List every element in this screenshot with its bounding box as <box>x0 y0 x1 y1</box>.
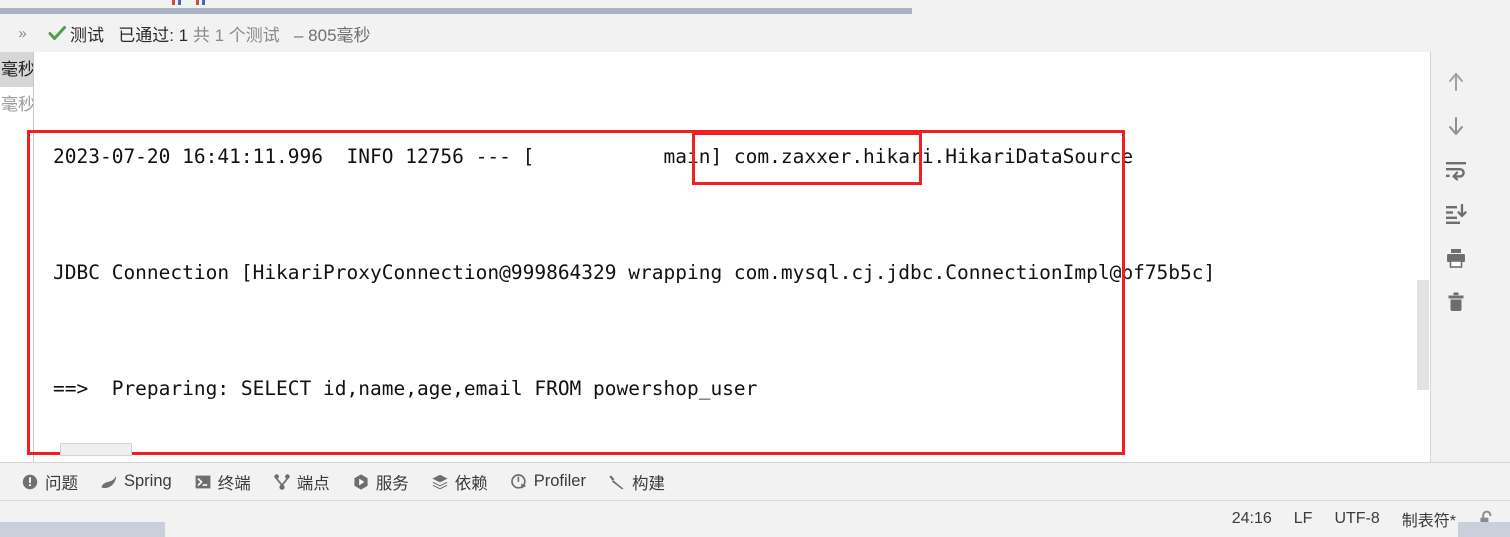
file-encoding[interactable]: UTF-8 <box>1334 510 1379 528</box>
check-icon <box>44 23 70 43</box>
tool-button-profiler[interactable]: Profiler <box>499 467 597 497</box>
dependencies-layers-icon <box>431 473 449 491</box>
tool-button-label: 终端 <box>217 474 251 493</box>
run-console-output[interactable]: 2023-07-20 16:41:11.996 INFO 12756 --- [… <box>33 52 1430 462</box>
tool-button-problems[interactable]: 问题 <box>10 467 89 497</box>
tool-button-build[interactable]: 构建 <box>597 467 676 497</box>
log-line: 2023-07-20 16:41:11.996 INFO 12756 --- [… <box>53 144 1134 168</box>
tool-button-label: Spring <box>124 472 172 490</box>
tool-button-terminal[interactable]: 终端 <box>183 467 262 497</box>
line-separator[interactable]: LF <box>1294 510 1313 528</box>
tool-button-label: 构建 <box>631 474 665 493</box>
expand-chevron-icon[interactable]: » <box>0 25 44 42</box>
test-result-header: » 测试 已通过: 1 共 1 个测试 – 805毫秒 <box>0 14 1510 52</box>
test-duration: – 805毫秒 <box>293 25 371 45</box>
status-bar: 24:16 LF UTF-8 制表符* <box>0 500 1510 537</box>
caret-position[interactable]: 24:16 <box>1232 510 1272 528</box>
ide-window: » 测试 已通过: 1 共 1 个测试 – 805毫秒 毫秒 毫秒 2023-0… <box>0 0 1510 537</box>
console-scrollbar-thumb[interactable] <box>1417 280 1429 390</box>
problems-icon <box>21 473 39 491</box>
console-log-text: 2023-07-20 16:41:11.996 INFO 12756 --- [… <box>34 52 1215 462</box>
console-horizontal-scrollbar-thumb[interactable] <box>60 443 132 456</box>
tool-button-spring[interactable]: Spring <box>89 467 183 497</box>
build-hammer-icon <box>608 473 626 491</box>
clipped-toolbar-remnant <box>172 0 212 5</box>
console-side-toolbar <box>1430 52 1480 462</box>
scroll-up-icon[interactable] <box>1436 62 1476 102</box>
test-pass-count: 1 <box>178 25 189 45</box>
scroll-to-end-icon[interactable] <box>1436 194 1476 234</box>
tool-button-label: 服务 <box>375 474 409 493</box>
test-total-text: 共 1 个测试 <box>192 25 280 45</box>
log-line: ==> Preparing: SELECT id,name,age,email … <box>53 377 758 401</box>
terminal-icon <box>194 473 212 491</box>
taskbar-strip-left <box>0 522 165 537</box>
endpoints-icon <box>273 473 291 491</box>
spring-leaf-icon <box>100 473 118 491</box>
indent-setting[interactable]: 制表符* <box>1402 507 1456 531</box>
top-splitter[interactable] <box>0 0 1510 14</box>
tool-button-label: 端点 <box>296 474 330 493</box>
tool-button-services[interactable]: 服务 <box>341 467 420 497</box>
right-panel-filler <box>1480 52 1510 462</box>
scroll-down-icon[interactable] <box>1436 106 1476 146</box>
test-tree-duration-gutter: 毫秒 毫秒 <box>0 52 33 462</box>
tool-button-label: Profiler <box>533 472 586 490</box>
test-passed-label: 已通过: <box>118 25 174 45</box>
services-run-icon <box>352 473 370 491</box>
gutter-cell[interactable]: 毫秒 <box>0 87 33 122</box>
log-line: JDBC Connection [HikariProxyConnection@9… <box>53 260 1216 284</box>
test-label: 测试 <box>70 25 104 45</box>
gutter-cell-selected[interactable]: 毫秒 <box>0 52 33 87</box>
tool-button-label: 依赖 <box>454 474 488 493</box>
console-vertical-scrollbar[interactable] <box>1416 52 1430 462</box>
tool-button-dependencies[interactable]: 依赖 <box>420 467 499 497</box>
print-icon[interactable] <box>1436 238 1476 278</box>
tool-button-endpoints[interactable]: 端点 <box>262 467 341 497</box>
trash-icon[interactable] <box>1436 282 1476 322</box>
profiler-icon <box>510 473 528 491</box>
soft-wrap-icon[interactable] <box>1436 150 1476 190</box>
tool-window-bar: 问题 Spring 终端 端点 服务 依赖 Profiler 构建 <box>0 462 1510 500</box>
gutter-filler <box>0 122 33 462</box>
taskbar-strip-right <box>1458 522 1510 537</box>
test-summary-text: 测试 已通过: 1 共 1 个测试 – 805毫秒 <box>70 21 371 46</box>
tool-button-label: 问题 <box>45 474 78 493</box>
